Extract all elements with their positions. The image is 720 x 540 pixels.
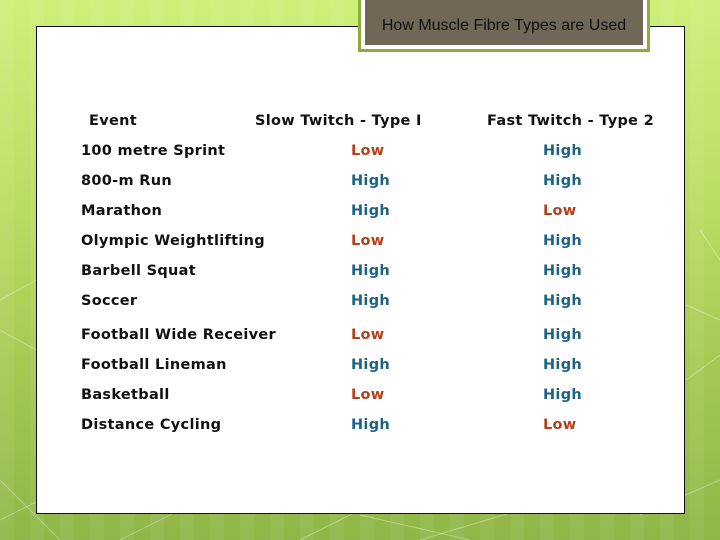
event-name: Football Wide Receiver	[81, 327, 276, 343]
fast-twitch-value: Low	[543, 203, 577, 219]
slow-twitch-value: High	[351, 293, 391, 309]
slow-twitch-value: Low	[351, 233, 385, 249]
event-name: Marathon	[81, 203, 163, 219]
fast-twitch-value: High	[543, 387, 583, 403]
event-name: 800-m Run	[81, 173, 172, 189]
slow-twitch-value: Low	[351, 327, 385, 343]
event-name: Barbell Squat	[81, 263, 196, 279]
slow-twitch-value: High	[351, 173, 391, 189]
slow-twitch-value: Low	[351, 143, 385, 159]
slow-twitch-value: High	[351, 263, 391, 279]
header-event: Event	[89, 113, 137, 129]
event-name: Football Lineman	[81, 357, 227, 373]
event-name: Olympic Weightlifting	[81, 233, 265, 249]
event-name: Soccer	[81, 293, 138, 309]
header-fast-twitch: Fast Twitch - Type 2	[487, 113, 655, 129]
event-name: Basketball	[81, 387, 170, 403]
slide-title: How Muscle Fibre Types are Used	[361, 0, 647, 49]
fast-twitch-value: High	[543, 143, 583, 159]
slow-twitch-value: High	[351, 417, 391, 433]
fast-twitch-value: Low	[543, 417, 577, 433]
fast-twitch-value: High	[543, 293, 583, 309]
slow-twitch-value: High	[351, 203, 391, 219]
slow-twitch-value: Low	[351, 387, 385, 403]
slow-twitch-value: High	[351, 357, 391, 373]
fast-twitch-value: High	[543, 357, 583, 373]
event-name: Distance Cycling	[81, 417, 222, 433]
title-box: How Muscle Fibre Types are Used	[358, 0, 650, 52]
fast-twitch-value: High	[543, 173, 583, 189]
event-name: 100 metre Sprint	[81, 143, 226, 159]
header-slow-twitch: Slow Twitch - Type I	[255, 113, 422, 129]
fast-twitch-value: High	[543, 233, 583, 249]
fast-twitch-value: High	[543, 263, 583, 279]
fast-twitch-value: High	[543, 327, 583, 343]
